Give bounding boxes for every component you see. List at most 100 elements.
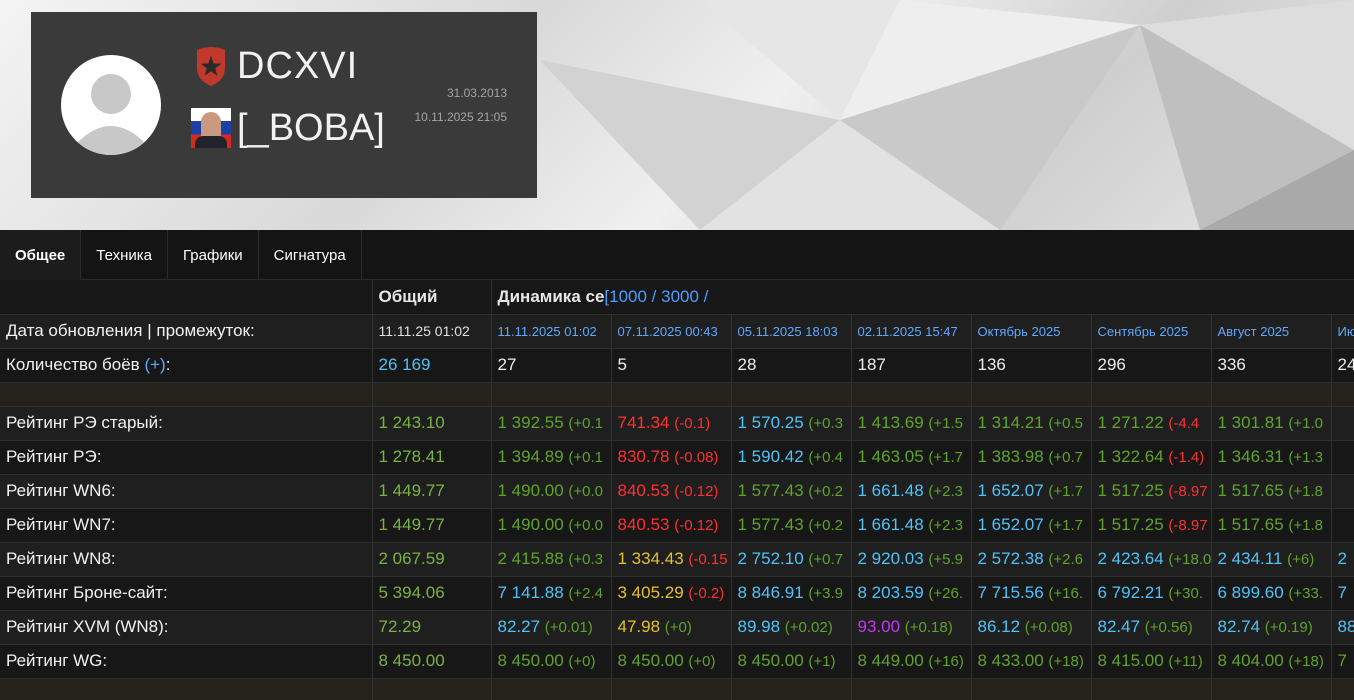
rating-period-cell: 1 577.43 (+0.2 [731,508,852,543]
clan-emblem-icon[interactable] [195,46,227,86]
tab-general[interactable]: Общее [0,230,82,280]
period-date[interactable]: 11.11.2025 01:02 [491,314,612,349]
dynamics-range-links[interactable]: [1000 / 3000 / [604,287,708,306]
period-date[interactable]: 07.11.2025 00:43 [611,314,732,349]
rating-delta: (+1.5 [928,415,964,432]
period-date[interactable]: Ию [1331,314,1354,349]
period-date[interactable]: Октябрь 2025 [971,314,1092,349]
rating-row: Рейтинг РЭ старый: 1 243.10 1 392.55 (+0.1… [0,406,1354,441]
rating-value: 741.34 [617,413,670,432]
rating-value: 1 577.43 [737,481,804,500]
rating-row: Рейтинг РЭ: 1 278.41 1 394.89 (+0.1 830.78 … [0,440,1354,475]
stats-table-container: Общий Динамика се[1000 / 3000 / Дата обн… [0,280,1354,700]
rating-delta: (+1.0 [1288,415,1324,432]
rating-delta: (+6) [1287,551,1315,568]
player-avatar-icon [191,108,231,148]
rating-delta: (+18) [1048,653,1084,670]
rating-value: 8 450.00 [737,651,804,670]
rating-period-cell: 1 517.65 (+1.8 [1211,508,1332,543]
header-dynamics: Динамика се[1000 / 3000 / [491,280,1354,315]
rating-period-cell: 2 [1331,542,1354,577]
rating-period-cell: 82.74 (+0.19) [1211,610,1332,645]
rating-row: Рейтинг WN6: 1 449.77 1 490.00 (+0.0 840.53… [0,474,1354,509]
rating-period-cell: 89.98 (+0.02) [731,610,852,645]
rating-value: 2 434.11 [1217,549,1283,568]
rating-period-cell: 2 572.38 (+2.6 [971,542,1092,577]
rating-period-cell: 82.47 (+0.56) [1091,610,1212,645]
rating-delta: (+1) [808,653,836,670]
rating-value: 1 590.42 [737,447,804,466]
rating-delta: (+16) [928,653,964,670]
rating-label: Рейтинг WN8: [0,542,373,577]
battles-add-link[interactable]: (+) [144,355,165,374]
rating-delta: (+0.08) [1024,619,1073,636]
rating-value: 1 490.00 [497,515,564,534]
rating-period-cell: 1 570.25 (+0.3 [731,406,852,441]
rating-delta: (+0) [688,653,716,670]
rating-value: 8 450.00 [617,651,684,670]
period-date[interactable]: 02.11.2025 15:47 [851,314,972,349]
rating-period-cell: 3 405.29 (-0.2) [611,576,732,611]
rating-value: 1 490.00 [497,481,564,500]
rating-period-cell: 830.78 (-0.08) [611,440,732,475]
rating-delta: (+5.9 [928,551,964,568]
rating-delta: (-4.4 [1168,415,1200,432]
rating-value: 830.78 [617,447,670,466]
rating-delta: (-0.15 [688,551,728,568]
tab-charts[interactable]: Графики [168,230,259,280]
rating-value: 7 141.88 [497,583,564,602]
battles-count: 136 [971,348,1092,383]
rating-delta: (+2.6 [1048,551,1084,568]
rating-period-cell: 7 141.88 (+2.4 [491,576,612,611]
rating-value: 1 314.21 [977,413,1044,432]
battles-count: 27 [491,348,612,383]
rating-delta: (+0.1 [568,449,604,466]
tail-row [0,678,1354,700]
rating-value: 6 899.60 [1217,583,1284,602]
rating-period-cell [1331,406,1354,441]
rating-period-cell: 2 423.64 (+18.0 [1091,542,1212,577]
rating-value: 7 715.56 [977,583,1044,602]
tab-vehicles[interactable]: Техника [81,230,169,280]
battles-count: 187 [851,348,972,383]
rating-period-cell: 1 392.55 (+0.1 [491,406,612,441]
tab-signature[interactable]: Сигнатура [259,230,362,280]
clan-tag[interactable]: DCXVI [237,45,358,88]
rating-period-cell: 86.12 (+0.08) [971,610,1092,645]
rating-value: 2 [1337,549,1347,568]
rating-delta: (+0.18) [904,619,953,636]
rating-delta: (+0.19) [1264,619,1313,636]
rating-period-cell: 7 715.56 (+16. [971,576,1092,611]
rating-period-cell: 1 271.22 (-4.4 [1091,406,1212,441]
rating-period-cell: 6 792.21 (+30. [1091,576,1212,611]
period-date[interactable]: Август 2025 [1211,314,1332,349]
rating-value: 1 652.07 [977,481,1044,500]
rating-value: 1 517.65 [1217,515,1284,534]
rating-total: 2 067.59 [372,542,492,577]
rating-period-cell: 1 346.31 (+1.3 [1211,440,1332,475]
rating-period-cell: 1 314.21 (+0.5 [971,406,1092,441]
rating-delta: (+1.3 [1288,449,1324,466]
rating-value: 2 752.10 [737,549,804,568]
rating-period-cell: 8 846.91 (+3.9 [731,576,852,611]
period-date[interactable]: Сентябрь 2025 [1091,314,1212,349]
battles-count: 24 [1331,348,1354,383]
rating-delta: (+0) [568,653,596,670]
rating-delta: (-0.12) [674,517,719,534]
profile-card: DCXVI [_BOBA] 31.03.2013 10.11.2025 21:0… [31,12,537,198]
rating-value: 840.53 [617,481,670,500]
rating-value: 2 415.88 [497,549,564,568]
last-battle-date: 10.11.2025 21:05 [414,110,507,124]
rating-delta: (-8.97 [1168,517,1208,534]
rating-total: 1 449.77 [372,508,492,543]
rating-value: 47.98 [617,617,661,636]
rating-delta: (+2.3 [928,483,964,500]
rating-delta: (+2.3 [928,517,964,534]
rating-period-cell: 7 [1331,644,1354,679]
registration-date: 31.03.2013 [446,86,507,100]
rating-value: 1 517.25 [1097,515,1164,534]
update-total: 11.11.25 01:02 [372,314,492,349]
period-date[interactable]: 05.11.2025 18:03 [731,314,852,349]
rating-delta: (+16. [1048,585,1084,602]
rating-value: 8 404.00 [1217,651,1284,670]
